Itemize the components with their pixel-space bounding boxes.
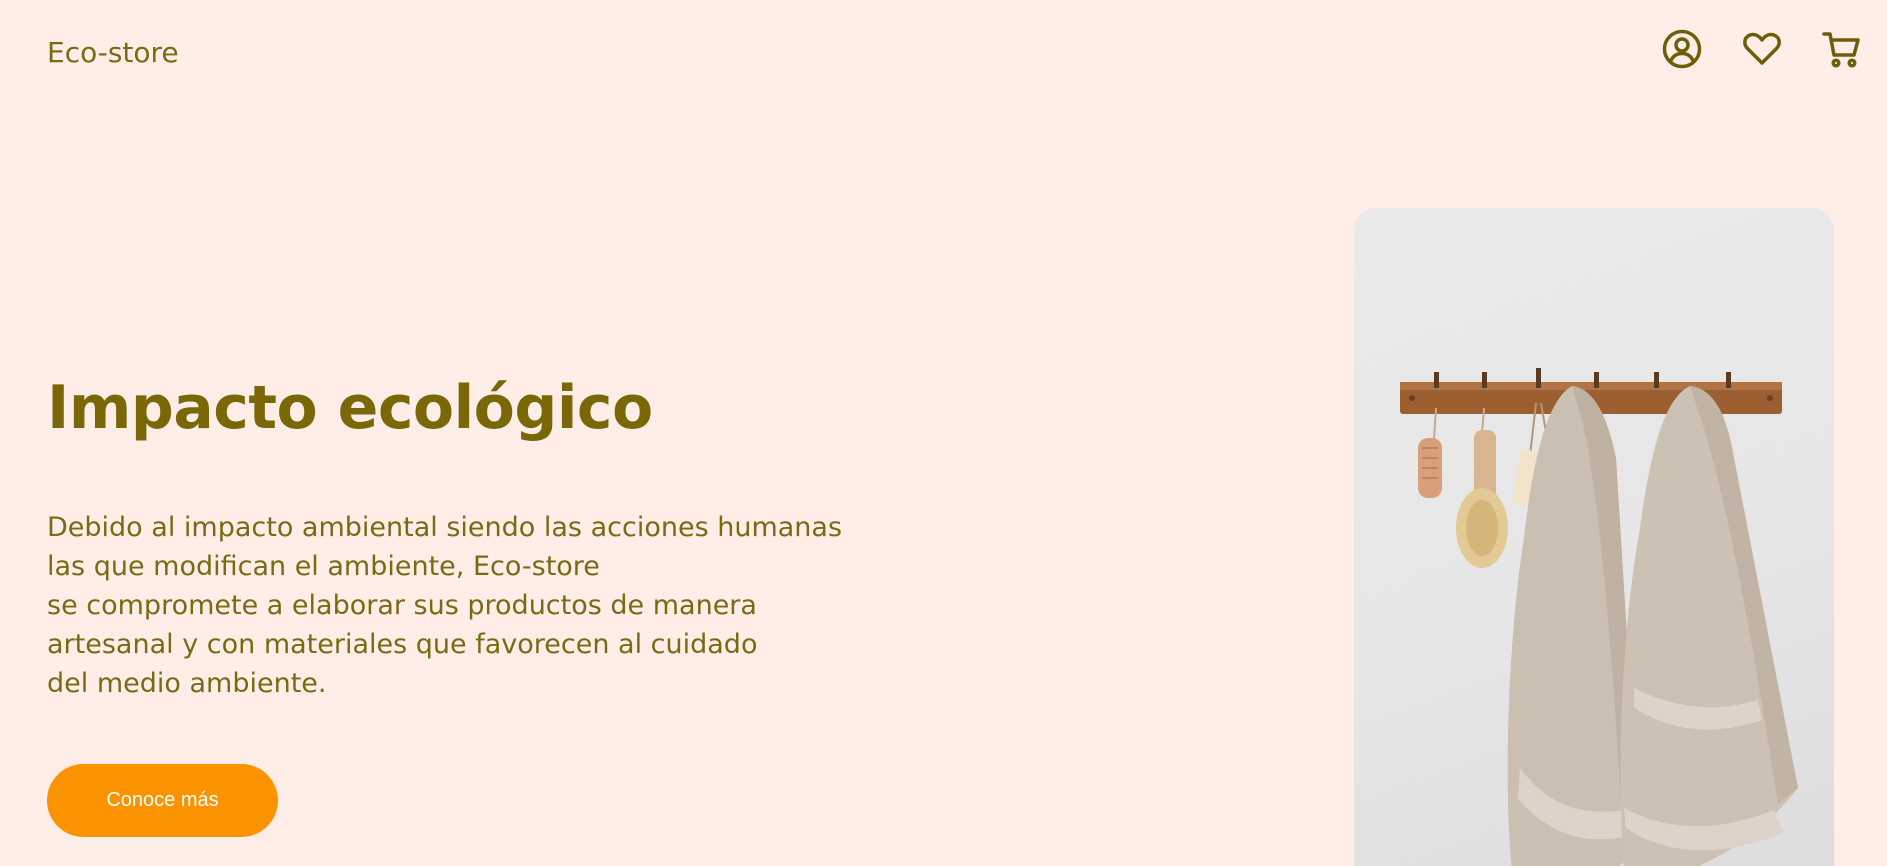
hero-description-line: artesanal y con materiales que favorecen… <box>47 629 758 660</box>
hero-description-line: se compromete a elaborar sus productos d… <box>47 590 757 621</box>
heart-icon[interactable] <box>1741 28 1783 70</box>
page: Eco-store Impacto ecológico Debido al im… <box>0 0 1887 866</box>
hero-description-line: las que modifican el ambiente, Eco-store <box>47 551 600 582</box>
logo[interactable]: Eco-store <box>47 36 179 69</box>
user-circle-icon[interactable] <box>1661 28 1703 70</box>
cart-icon[interactable] <box>1821 28 1863 70</box>
hero-image <box>1354 208 1834 866</box>
hero-description-line: del medio ambiente. <box>47 668 327 699</box>
site-header: Eco-store <box>0 0 1887 110</box>
towels-on-rack-illustration <box>1400 368 1798 866</box>
header-icons <box>1661 28 1863 70</box>
hero-title: Impacto ecológico <box>47 373 653 443</box>
hero-description-line: Debido al impacto ambiental siendo las a… <box>47 512 843 543</box>
learn-more-button[interactable]: Conoce más <box>47 764 278 837</box>
hero-description: Debido al impacto ambiental siendo las a… <box>47 508 867 703</box>
